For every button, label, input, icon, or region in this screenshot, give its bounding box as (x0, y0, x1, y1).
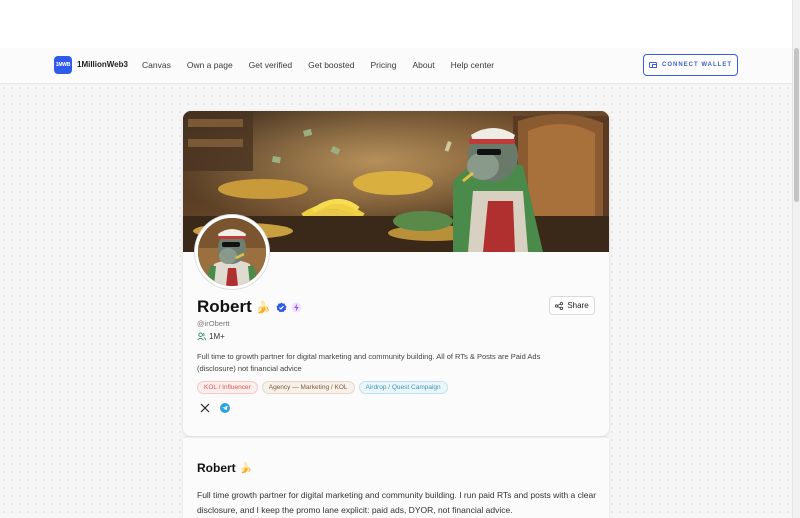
profile-avatar[interactable] (195, 215, 269, 289)
boost-bolt-icon (291, 301, 302, 313)
nav-link-about[interactable]: About (412, 60, 434, 70)
connect-wallet-label: CONNECT WALLET (662, 62, 732, 68)
banana-emoji: 🍌 (255, 300, 271, 314)
nav-link-pricing[interactable]: Pricing (370, 60, 396, 70)
about-name: Robert (197, 461, 236, 475)
x-icon[interactable] (200, 403, 210, 413)
profile-handle: @irObertt (197, 319, 230, 328)
profile-name: Robert (197, 297, 252, 316)
connect-wallet-button[interactable]: CONNECT WALLET (643, 54, 738, 76)
about-banana-emoji: 🍌 (239, 462, 253, 474)
nav-link-get-boosted[interactable]: Get boosted (308, 60, 354, 70)
share-label: Share (567, 301, 589, 310)
nav-link-help-center[interactable]: Help center (451, 60, 494, 70)
nav-link-own-a-page[interactable]: Own a page (187, 60, 233, 70)
brand-logo[interactable]: 1MWB (54, 56, 72, 74)
profile-card: Robert 🍌 Share @irObertt 1M+ Full time t… (183, 111, 609, 436)
nav-links: Canvas Own a page Get verified Get boost… (142, 60, 510, 70)
followers-count: 1M+ (197, 332, 225, 341)
followers-value: 1M+ (209, 332, 225, 341)
social-links (200, 403, 230, 413)
telegram-icon[interactable] (220, 403, 230, 413)
top-navbar: 1MWB 1MillionWeb3 Canvas Own a page Get … (0, 48, 792, 84)
tag-kol-influencer[interactable]: KOL / Influencer (197, 381, 258, 394)
about-heading: Robert 🍌 (197, 461, 252, 475)
tag-airdrop-quest[interactable]: Airdrop / Quest Campaign (358, 381, 448, 394)
verified-badge-icon (276, 301, 287, 312)
page-scrollbar[interactable] (792, 0, 800, 518)
nav-link-canvas[interactable]: Canvas (142, 60, 171, 70)
share-button[interactable]: Share (549, 296, 595, 315)
about-description: Full time growth partner for digital mar… (197, 490, 597, 515)
profile-tags: KOL / Influencer Agency — Marketing / KO… (197, 381, 452, 394)
tag-agency-marketing[interactable]: Agency — Marketing / KOL (261, 381, 355, 394)
nav-link-get-verified[interactable]: Get verified (249, 60, 292, 70)
profile-name-row: Robert 🍌 (197, 297, 302, 317)
scrollbar-thumb[interactable] (794, 48, 799, 202)
about-card: Robert 🍌 Full time growth partner for di… (183, 437, 609, 518)
top-blank-area (0, 0, 792, 48)
wallet-icon (649, 62, 657, 68)
brand-name[interactable]: 1MillionWeb3 (77, 60, 128, 69)
share-icon (555, 301, 564, 310)
users-icon (197, 332, 206, 341)
profile-bio: Full time to growth partner for digital … (197, 352, 541, 373)
